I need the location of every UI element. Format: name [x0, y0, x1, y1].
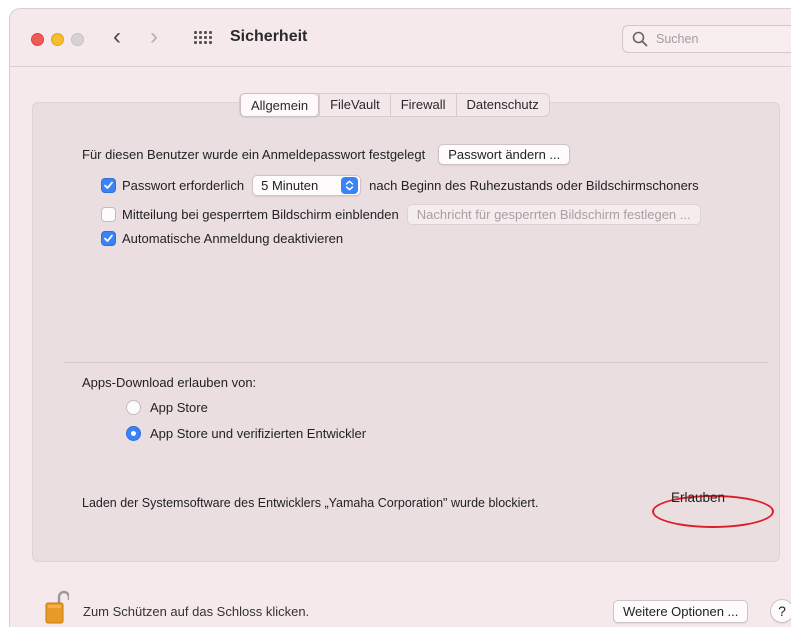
- tab-allgemein[interactable]: Allgemein: [240, 93, 320, 117]
- tab-firewall[interactable]: Firewall: [389, 94, 456, 116]
- search-placeholder: Suchen: [656, 32, 699, 46]
- search-field[interactable]: Suchen: [622, 25, 791, 53]
- lock-message-row: Mitteilung bei gesperrtem Bildschirm ein…: [101, 204, 701, 225]
- allow-button[interactable]: Erlauben: [661, 488, 735, 509]
- require-password-suffix: nach Beginn des Ruhezustands oder Bildsc…: [369, 178, 699, 193]
- require-password-row: Passwort erforderlich 5 Minuten nach Beg…: [101, 175, 699, 196]
- radio-app-store-label: App Store: [150, 400, 208, 415]
- minimize-window-button[interactable]: [51, 33, 64, 46]
- blocked-software-message: Laden der Systemsoftware des Entwicklers…: [82, 496, 539, 510]
- more-options-button[interactable]: Weitere Optionen ...: [613, 600, 749, 623]
- downloads-heading-text: Apps-Download erlauben von:: [82, 375, 257, 390]
- tab-datenschutz[interactable]: Datenschutz: [455, 94, 549, 116]
- tab-bar: Allgemein FileVault Firewall Datenschutz: [239, 93, 550, 117]
- preferences-window: ‹ › Sicherheit Suchen Allgemein FileVaul…: [9, 8, 791, 627]
- show-all-grid-icon[interactable]: [194, 31, 212, 45]
- autologin-row: Automatische Anmeldung deaktivieren: [101, 231, 343, 246]
- password-set-text: Für diesen Benutzer wurde ein Anmeldepas…: [82, 147, 426, 162]
- search-icon: [632, 31, 648, 47]
- checkmark-icon: [104, 181, 113, 189]
- password-row: Für diesen Benutzer wurde ein Anmeldepas…: [82, 144, 571, 165]
- radio-verified-label: App Store und verifizierten Entwickler: [150, 426, 367, 441]
- password-delay-select[interactable]: 5 Minuten: [252, 175, 362, 196]
- downloads-heading: Apps-Download erlauben von:: [82, 375, 256, 390]
- change-password-button[interactable]: Passwort ändern ...: [438, 144, 571, 165]
- zoom-window-button[interactable]: [71, 33, 84, 46]
- disable-autologin-checkbox[interactable]: [101, 231, 116, 246]
- radio-app-store-verified[interactable]: [126, 426, 141, 441]
- forward-chevron-icon[interactable]: ›: [150, 25, 158, 49]
- lock-hint-text: Zum Schützen auf das Schloss klicken.: [83, 604, 310, 619]
- require-password-label: Passwort erforderlich: [122, 178, 245, 193]
- section-divider: [63, 362, 769, 363]
- help-button[interactable]: ?: [770, 599, 791, 623]
- radio-verified-row: App Store und verifizierten Entwickler: [126, 426, 366, 441]
- back-chevron-icon[interactable]: ‹: [113, 25, 121, 49]
- lock-message-label: Mitteilung bei gesperrtem Bildschirm ein…: [122, 207, 399, 222]
- unlocked-padlock-icon[interactable]: [45, 590, 69, 624]
- titlebar: ‹ › Sicherheit Suchen: [10, 9, 791, 67]
- lock-message-checkbox[interactable]: [101, 207, 116, 222]
- password-delay-value: 5 Minuten: [261, 178, 319, 193]
- chevron-updown-icon: [341, 177, 359, 194]
- lock-message-button: Nachricht für gesperrten Bildschirm fest…: [406, 204, 701, 225]
- checkmark-icon: [104, 234, 113, 242]
- radio-app-store[interactable]: [126, 400, 141, 415]
- window-title: Sicherheit: [230, 28, 308, 45]
- require-password-checkbox[interactable]: [101, 178, 116, 193]
- disable-autologin-label: Automatische Anmeldung deaktivieren: [122, 231, 344, 246]
- close-window-button[interactable]: [31, 33, 44, 46]
- blocked-message-row: Laden der Systemsoftware des Entwicklers…: [82, 496, 539, 510]
- tab-filevault[interactable]: FileVault: [319, 94, 390, 116]
- radio-app-store-row: App Store: [126, 400, 208, 415]
